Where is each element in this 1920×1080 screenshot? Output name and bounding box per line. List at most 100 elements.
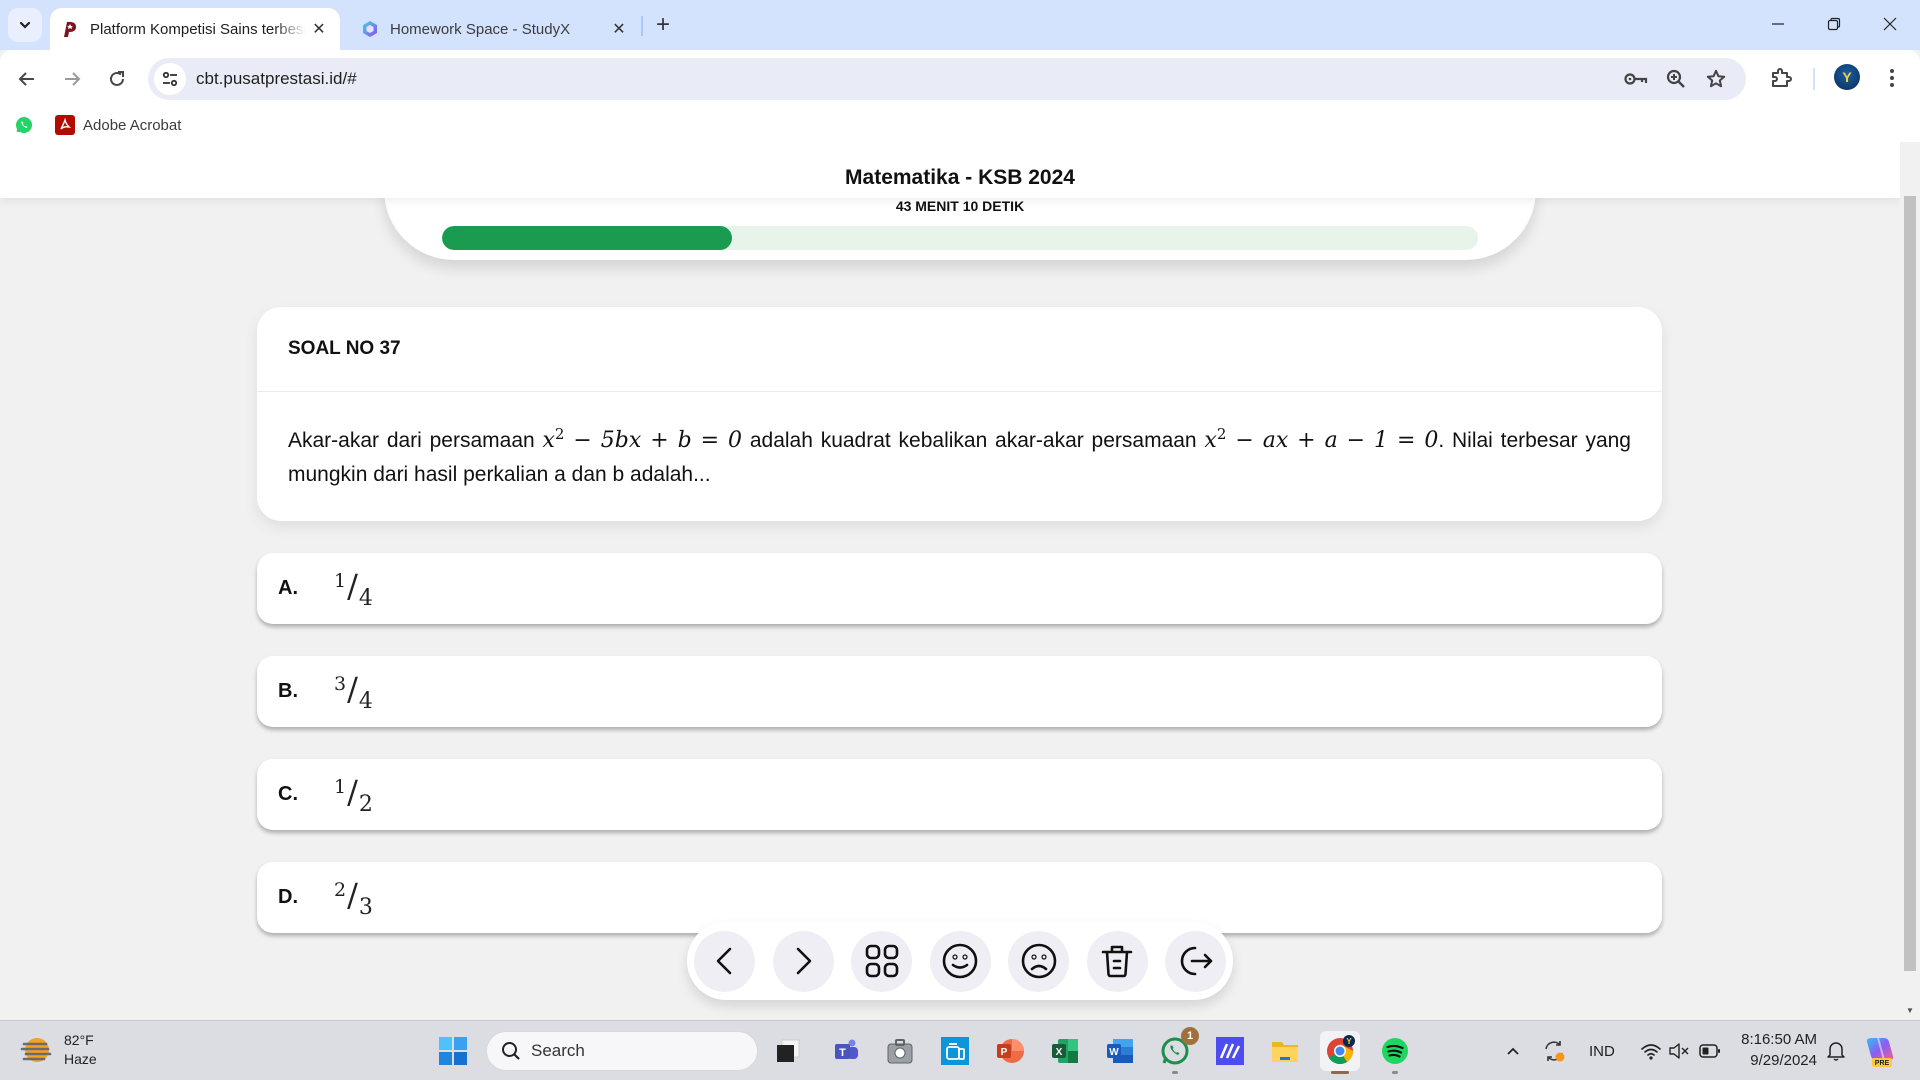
new-tab-button[interactable]: + [650,11,676,38]
svg-text:Y: Y [1346,1037,1352,1046]
answer-option-c[interactable]: C. 1/2 [257,759,1662,830]
show-hidden-icons-button[interactable] [1505,1021,1521,1080]
exam-timer: 43 MENIT 10 DETIK [895,198,1025,214]
zoom-button[interactable] [1664,67,1688,91]
chrome-menu-button[interactable] [1876,62,1908,94]
svg-text:PRE: PRE [1875,1060,1890,1067]
trash-icon [1101,945,1133,978]
taskbar-spotify[interactable] [1375,1031,1415,1074]
tab-studyx[interactable]: Homework Space - StudyX ✕ [350,8,640,50]
taskbar-file-explorer[interactable] [1265,1031,1305,1071]
running-indicator [1392,1071,1398,1074]
taskbar-teams[interactable]: T [826,1031,866,1071]
copilot-icon: PRE [1866,1037,1894,1067]
search-placeholder: Search [531,1041,585,1060]
answer-option-b[interactable]: B. 3/4 [257,656,1662,727]
taskbar-chrome[interactable]: Y [1320,1031,1360,1074]
tab-search-button[interactable] [8,8,42,42]
option-letter: B. [278,680,298,702]
adobe-acrobat-icon [55,115,75,135]
option-value: 1/2 [334,772,373,817]
restore-button[interactable] [1806,0,1862,48]
weather-temperature: 82°F [64,1032,94,1048]
windows-taskbar: 82°F Haze Search T P X W 1 Y IND 8:16:50… [0,1020,1920,1080]
taskbar-search[interactable]: Search [486,1031,758,1071]
browser-toolbar: cbt.pusatprestasi.id/# [0,50,1920,108]
close-window-button[interactable] [1862,0,1918,48]
haze-weather-icon [20,1038,52,1062]
star-icon [1706,69,1726,88]
back-button[interactable] [10,62,44,96]
restore-icon [1827,17,1841,31]
forward-button[interactable] [55,62,89,96]
wifi-icon [1641,1044,1661,1060]
battery-status[interactable] [1699,1021,1721,1080]
answer-option-a[interactable]: A. 1/4 [257,553,1662,624]
password-manager-button[interactable] [1624,67,1648,91]
option-letter: A. [278,577,298,599]
notifications-button[interactable] [1826,1021,1846,1080]
taskbar-word[interactable]: W [1100,1031,1140,1071]
question-grid-button[interactable] [851,930,912,992]
clear-answer-button[interactable] [1086,930,1148,992]
page-scrollbar[interactable]: ▼ [1900,142,1920,1018]
toolbar-divider [1813,68,1815,90]
previous-question-button[interactable] [694,930,755,992]
option-letter: C. [278,783,298,805]
windows-logo-icon [439,1037,467,1065]
system-clock[interactable]: 8:16:50 AM 9/29/2024 [1735,1029,1817,1071]
exam-title: Matematika - KSB 2024 [845,166,1075,189]
minimize-icon [1772,23,1784,25]
sync-status-button[interactable] [1542,1021,1566,1080]
question-card: SOAL NO 37 Akar-akar dari persamaan x2 −… [257,307,1662,521]
language-indicator[interactable]: IND [1589,1021,1615,1080]
taskbar-whatsapp[interactable]: 1 [1155,1027,1199,1074]
bookmarks-bar: Adobe Acrobat [0,108,1920,142]
frown-icon [1021,943,1056,979]
exam-page: Matematika - KSB 2024 43 MENIT 10 DETIK … [0,142,1900,1018]
wifi-status[interactable] [1640,1021,1662,1080]
bookmark-adobe-acrobat[interactable]: Adobe Acrobat [55,114,181,136]
question-action-bar [687,922,1233,1000]
taskbar-app-launcher[interactable] [1210,1031,1250,1071]
bookmark-star-button[interactable] [1704,67,1728,91]
smile-icon [942,943,978,979]
tab-close-button[interactable]: ✕ [306,16,332,42]
site-info-button[interactable] [154,63,186,95]
taskbar-powerpoint[interactable]: P [990,1031,1030,1071]
bookmark-whatsapp[interactable] [15,114,33,136]
profile-avatar[interactable]: Y [1834,64,1860,90]
running-indicator [1331,1071,1349,1074]
url-text[interactable]: cbt.pusatprestasi.id/# [196,69,357,89]
next-question-button[interactable] [772,930,834,992]
extensions-button[interactable] [1765,62,1797,94]
weather-widget[interactable]: 82°F Haze [20,1031,97,1069]
taskbar-excel[interactable]: X [1045,1031,1085,1071]
mark-sure-button[interactable] [929,930,991,992]
exit-exam-button[interactable] [1165,930,1226,992]
volume-status[interactable] [1668,1021,1690,1080]
reload-button[interactable] [100,62,134,96]
address-bar[interactable]: cbt.pusatprestasi.id/# [148,58,1746,100]
taskbar-hp-support[interactable] [880,1031,920,1071]
mark-unsure-button[interactable] [1008,930,1069,992]
svg-text:P: P [1001,1047,1008,1058]
grid-icon [865,944,898,978]
weather-description: Haze [64,1051,97,1067]
taskbar-hp-smart[interactable] [935,1031,975,1071]
copilot-button[interactable]: PRE [1864,1021,1896,1080]
whatsapp-icon [16,117,32,133]
minimize-button[interactable] [1750,0,1806,48]
start-button[interactable] [433,1031,473,1071]
tab-title: Platform Kompetisi Sains terbesar [90,20,306,38]
notification-badge: 1 [1181,1027,1199,1045]
chevron-up-icon [1507,1047,1519,1055]
scroll-down-arrow[interactable]: ▼ [1904,1004,1916,1016]
question-text: Akar-akar dari persamaan x2 − 5bx + b = … [288,425,1631,487]
taskbar-task-view[interactable] [768,1031,808,1071]
tab-close-button[interactable]: ✕ [606,16,632,42]
tab-separator [641,16,643,36]
scrollbar-thumb[interactable] [1904,196,1916,971]
folder-icon [1272,1042,1298,1062]
tab-pusatprestasi[interactable]: Platform Kompetisi Sains terbesar ✕ [50,8,340,50]
